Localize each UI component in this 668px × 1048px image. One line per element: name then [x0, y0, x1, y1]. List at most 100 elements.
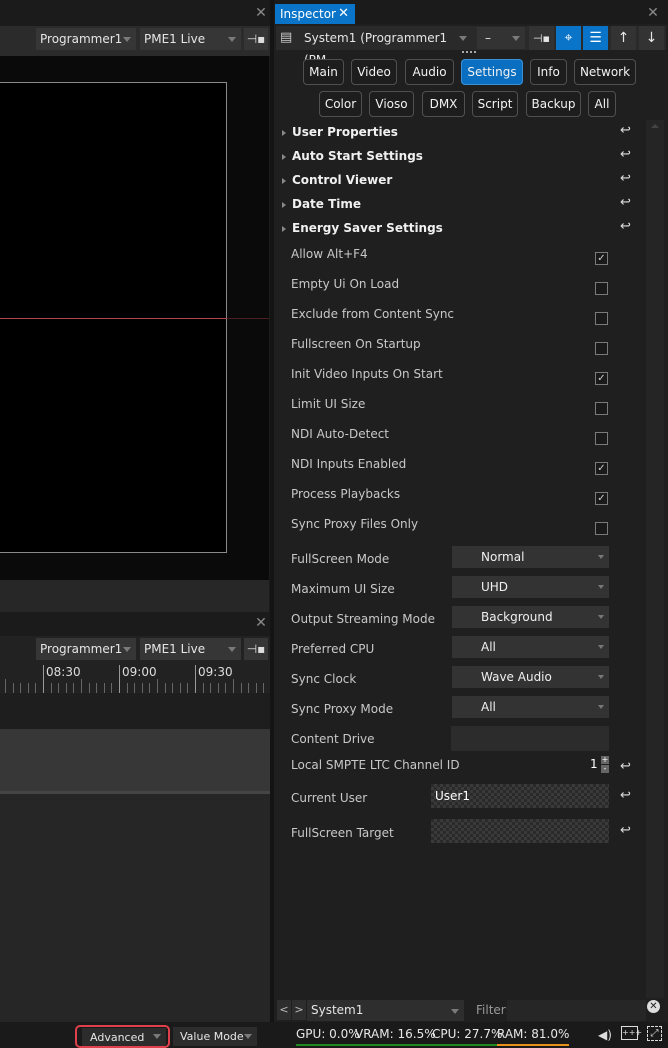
increment-button[interactable]: +	[601, 756, 609, 764]
setting-checkbox[interactable]	[595, 402, 608, 415]
section-auto-start-settings[interactable]: Auto Start Settings	[282, 145, 423, 167]
reset-icon[interactable]: ↩	[620, 171, 631, 186]
inspector-secondary-select[interactable]: –	[477, 27, 525, 49]
timeline-pin-button[interactable]: ⊣▪	[244, 638, 268, 660]
viewer-layer-select[interactable]: PME1 Live	[140, 28, 241, 50]
inspector-scrollbar[interactable]	[646, 120, 664, 998]
ruler-tick	[134, 683, 136, 693]
ruler-tick	[126, 683, 128, 693]
tab-inspector[interactable]: Inspector ✕	[275, 4, 355, 24]
mode-select-value: Advanced	[90, 1031, 145, 1044]
vram-usage: VRAM: 16.5%	[355, 1027, 436, 1046]
setting-checkbox[interactable]	[595, 282, 608, 295]
setting-checkbox[interactable]	[595, 432, 608, 445]
mode-select[interactable]: Advanced	[82, 1028, 166, 1046]
section-energy-saver-settings[interactable]: Energy Saver Settings	[282, 217, 443, 239]
setting-select[interactable]: All	[452, 696, 609, 718]
scroll-up-icon[interactable]	[651, 124, 659, 128]
fullscreen-icon[interactable]: ⤢	[647, 1026, 662, 1041]
clear-filter-icon[interactable]: ✕	[647, 1000, 660, 1013]
setting-checkbox[interactable]	[595, 522, 608, 535]
next-button[interactable]: >	[292, 1000, 306, 1020]
setting-select[interactable]: Wave Audio	[452, 666, 609, 688]
viewer-close-icon[interactable]: ✕	[254, 6, 268, 20]
inspector-panel-close-icon[interactable]: ✕	[646, 6, 660, 20]
resize-grip[interactable]	[462, 51, 476, 54]
tab-info[interactable]: Info	[530, 59, 567, 85]
inspector-panel: ▤ System1 (Programmer1 (PM – ⊣▪ ⌖ ☰ ↑ ↓ …	[274, 24, 668, 1038]
setting-select[interactable]: All	[452, 636, 609, 658]
tab-vioso[interactable]: Vioso	[369, 91, 414, 117]
current-user-drop-field[interactable]: User1	[431, 784, 609, 808]
prev-button[interactable]: <	[277, 1000, 291, 1020]
section-control-viewer[interactable]: Control Viewer	[282, 169, 392, 191]
tab-script[interactable]: Script	[472, 91, 518, 117]
setting-checkbox[interactable]: ✓	[595, 372, 608, 385]
setting-select[interactable]: UHD	[452, 576, 609, 598]
monitor-icon[interactable]: +++	[621, 1026, 642, 1040]
ram-text: RAM: 81.0%	[497, 1027, 570, 1041]
select-label: Preferred CPU	[291, 642, 375, 656]
pin-icon: ⊣▪	[532, 32, 551, 45]
reset-icon[interactable]: ↩	[620, 123, 631, 138]
chevron-down-icon	[228, 37, 236, 42]
timeline-ruler[interactable]: 08:30 09:00 09:30	[0, 663, 272, 693]
ram-usage: RAM: 81.0%	[497, 1027, 570, 1046]
tab-settings[interactable]: Settings	[461, 59, 523, 85]
checkmark-icon: ✓	[597, 463, 606, 474]
timeline-close-icon[interactable]: ✕	[254, 616, 268, 630]
reset-icon[interactable]: ↩	[620, 195, 631, 210]
checkbox-label: NDI Inputs Enabled	[291, 457, 407, 471]
chevron-down-icon	[123, 37, 131, 42]
setting-checkbox[interactable]: ✓	[595, 252, 608, 265]
viewer-programmer-select[interactable]: Programmer1	[36, 28, 136, 50]
tab-backup[interactable]: Backup	[526, 91, 581, 117]
reset-icon[interactable]: ↩	[620, 823, 631, 838]
setting-select[interactable]: Background	[452, 606, 609, 628]
viewer-pin-button[interactable]: ⊣▪	[244, 28, 268, 50]
ruler-tick	[73, 683, 75, 693]
filter-input[interactable]	[507, 1000, 646, 1021]
setting-checkbox[interactable]	[595, 342, 608, 355]
reset-icon[interactable]: ↩	[620, 147, 631, 162]
inspector-object-select[interactable]: ▤ System1 (Programmer1 (PM	[276, 27, 472, 67]
tab-color[interactable]: Color	[319, 91, 362, 117]
reset-icon[interactable]: ↩	[620, 759, 631, 774]
reset-icon[interactable]: ↩	[620, 219, 631, 234]
timeline-programmer-select[interactable]: Programmer1	[36, 638, 136, 660]
tab-main[interactable]: Main	[303, 59, 344, 85]
footer-object-select[interactable]: System1 (Programmer1...	[307, 1000, 464, 1038]
chevron-down-icon	[598, 555, 604, 559]
decrement-button[interactable]: -	[601, 765, 609, 773]
setting-select[interactable]: Normal	[452, 546, 609, 568]
content-drive-input[interactable]	[451, 726, 609, 751]
section-user-properties[interactable]: User Properties	[282, 121, 398, 143]
setting-checkbox[interactable]: ✓	[595, 492, 608, 505]
tab-video[interactable]: Video	[351, 59, 397, 85]
setting-checkbox[interactable]: ✓	[595, 462, 608, 475]
setting-checkbox[interactable]	[595, 312, 608, 325]
move-down-button[interactable]: ↓	[639, 26, 664, 50]
value-mode-select[interactable]: Value Mode	[173, 1027, 257, 1046]
target-lock-button[interactable]: ⌖	[556, 26, 581, 50]
content-drive-label: Content Drive	[291, 732, 375, 746]
tab-all[interactable]: All	[588, 91, 616, 117]
cpu-text: CPU: 27.7%	[432, 1027, 503, 1041]
reset-icon[interactable]: ↩	[620, 788, 631, 803]
fullscreen-target-drop-field[interactable]	[431, 819, 609, 843]
volume-icon[interactable]: ◀)	[598, 1028, 612, 1042]
expand-icon	[282, 225, 286, 232]
inspector-pin-button[interactable]: ⊣▪	[529, 26, 554, 50]
close-icon[interactable]: ✕	[338, 4, 349, 24]
tab-dmx[interactable]: DMX	[422, 91, 465, 117]
ruler-tick	[88, 683, 90, 693]
timeline-layer-select[interactable]: PME1 Live	[140, 638, 241, 660]
list-view-button[interactable]: ☰	[583, 26, 608, 50]
preview-viewer[interactable]	[0, 56, 269, 580]
tab-audio[interactable]: Audio	[405, 59, 454, 85]
move-up-button[interactable]: ↑	[611, 26, 636, 50]
ltc-channel-value[interactable]: 1	[590, 757, 598, 771]
section-date-time[interactable]: Date Time	[282, 193, 361, 215]
tab-network[interactable]: Network	[574, 59, 636, 85]
timeline-track[interactable]	[0, 729, 270, 791]
